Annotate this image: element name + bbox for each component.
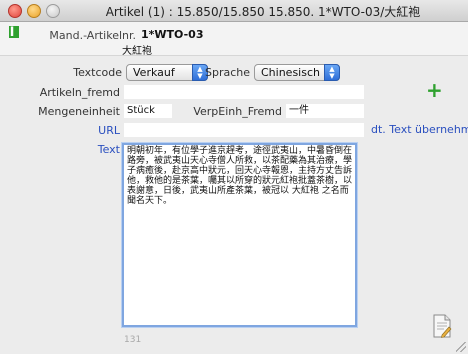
text-content[interactable]: 明朝初年，有位學子進京趕考，途徑武夷山，中暑昏倒在路旁，被武夷山天心寺僧人所救，…: [124, 145, 355, 207]
minimize-window-button[interactable]: [27, 4, 41, 18]
window: Artikel (1) : 15.850/15.850 15.850. 1*WT…: [0, 0, 468, 354]
resize-handle[interactable]: [456, 342, 466, 352]
plus-icon[interactable]: +: [426, 80, 443, 100]
url-label[interactable]: URL: [98, 124, 120, 137]
close-window-button[interactable]: [8, 4, 22, 18]
textcode-select[interactable]: Verkauf ▲ ▼: [126, 64, 208, 81]
textcode-value: Verkauf: [133, 66, 175, 79]
mengeneinheit-label: Mengeneinheit: [38, 105, 120, 118]
text-label: Text: [97, 143, 120, 156]
character-count: 131: [124, 335, 142, 345]
mengeneinheit-field[interactable]: Stück: [124, 104, 172, 118]
zoom-window-button[interactable]: [46, 4, 60, 18]
text-area[interactable]: 明朝初年，有位學子進京趕考，途徑武夷山，中暑昏倒在路旁，被武夷山天心寺僧人所救，…: [122, 143, 357, 327]
article-name: 大紅袍: [122, 46, 152, 57]
sprache-select[interactable]: Chinesisch ▲ ▼: [254, 64, 340, 81]
sprache-value: Chinesisch: [261, 66, 320, 79]
artikeln-fremd-field[interactable]: [124, 85, 364, 99]
artikeln-fremd-label: Artikeln_fremd: [39, 86, 120, 99]
verpeinh-fremd-label: VerpEinh_Fremd: [193, 105, 282, 118]
record-header: ▍ Mand.-Artikelnr. 1*WTO-03 大紅袍: [0, 22, 468, 57]
verpeinh-fremd-field[interactable]: 一件: [286, 104, 364, 118]
mand-artikelnr-label: Mand.-Artikelnr.: [49, 29, 136, 42]
dt-text-uebernehmen-link[interactable]: dt. Text übernehmen: [371, 123, 468, 136]
mand-artikelnr-value: 1*WTO-03: [141, 28, 204, 41]
record-marker-icon: ▍: [9, 26, 19, 38]
sprache-label: Sprache: [204, 66, 250, 79]
select-arrows-icon: ▲ ▼: [324, 64, 340, 81]
document-edit-icon[interactable]: [432, 314, 452, 338]
window-title: Artikel (1) : 15.850/15.850 15.850. 1*WT…: [105, 5, 421, 19]
textcode-label: Textcode: [73, 66, 122, 79]
url-field[interactable]: [124, 123, 364, 137]
title-bar: Artikel (1) : 15.850/15.850 15.850. 1*WT…: [0, 0, 468, 22]
